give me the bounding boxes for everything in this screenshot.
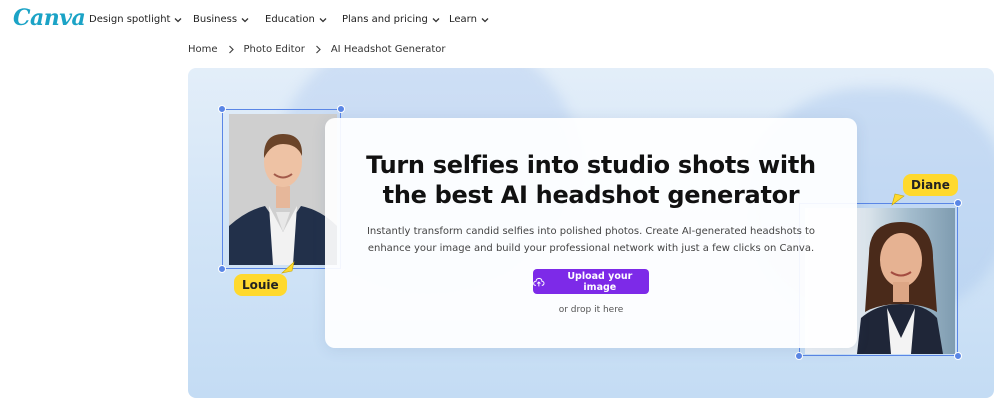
name-tag-diane: Diane xyxy=(903,174,958,196)
top-navigation: Canva Design spotlight Business Educatio… xyxy=(0,0,1000,40)
resize-handle xyxy=(337,105,345,113)
nav-business[interactable]: Business xyxy=(193,14,249,25)
nav-label: Design spotlight xyxy=(89,14,171,25)
hero-description: Instantly transform candid selfies into … xyxy=(366,226,816,254)
cursor-pointer-icon xyxy=(281,261,295,274)
hero-headline: Turn selfies into studio shots with the … xyxy=(366,151,816,209)
nav-label: Learn xyxy=(449,14,477,25)
nav-plans-and-pricing[interactable]: Plans and pricing xyxy=(342,14,440,25)
chevron-down-icon xyxy=(432,17,440,22)
selection-frame xyxy=(222,109,341,269)
nav-label: Education xyxy=(265,14,315,25)
cursor-pointer-icon xyxy=(891,193,905,206)
chevron-right-icon xyxy=(314,45,322,54)
hero-card: Turn selfies into studio shots with the … xyxy=(325,118,857,348)
breadcrumb-current-page: AI Headshot Generator xyxy=(330,44,446,55)
chevron-down-icon xyxy=(241,17,249,22)
breadcrumb-home[interactable]: Home xyxy=(188,44,218,55)
cloud-upload-icon xyxy=(533,277,545,286)
resize-handle xyxy=(795,352,803,360)
chevron-right-icon xyxy=(227,45,235,54)
upload-image-button[interactable]: Upload your image xyxy=(533,269,649,294)
canva-logo[interactable]: Canva xyxy=(13,5,86,31)
chevron-down-icon xyxy=(319,17,327,22)
upload-button-label: Upload your image xyxy=(567,270,633,293)
nav-label: Business xyxy=(193,14,238,25)
nav-learn[interactable]: Learn xyxy=(449,14,489,25)
nav-education[interactable]: Education xyxy=(265,14,327,25)
hero-section: Louie Diane Turn selfies into studio sho… xyxy=(188,68,994,398)
drop-zone-hint: or drop it here xyxy=(558,305,624,315)
resize-handle xyxy=(218,105,226,113)
nav-label: Plans and pricing xyxy=(342,14,428,25)
nav-design-spotlight[interactable]: Design spotlight xyxy=(89,14,182,25)
breadcrumb-photo-editor[interactable]: Photo Editor xyxy=(244,44,305,55)
resize-handle xyxy=(954,352,962,360)
breadcrumb: Home Photo Editor AI Headshot Generator xyxy=(188,44,446,55)
chevron-down-icon xyxy=(175,17,182,22)
chevron-down-icon xyxy=(481,17,489,22)
resize-handle xyxy=(954,199,962,207)
resize-handle xyxy=(218,265,226,273)
name-tag-louie: Louie xyxy=(234,274,287,296)
